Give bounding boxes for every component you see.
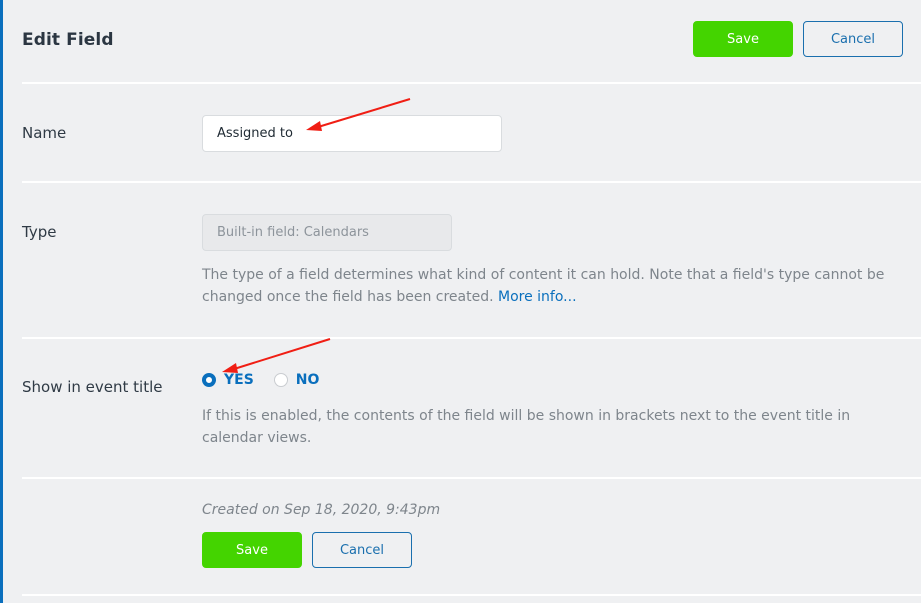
radio-no[interactable] — [273, 373, 288, 387]
name-input-value: Assigned to — [217, 126, 293, 141]
left-accent-bar — [0, 0, 3, 603]
created-timestamp: Created on Sep 18, 2020, 9:43pm — [202, 502, 441, 518]
more-info-link[interactable]: More info... — [498, 289, 577, 305]
footer-cancel-button[interactable]: Cancel — [312, 532, 412, 568]
edit-field-page: Edit Field Save Cancel Name Assigned to … — [0, 0, 921, 603]
header-save-button[interactable]: Save — [693, 21, 793, 57]
radio-yes-label[interactable]: YES — [224, 372, 254, 388]
name-label: Name — [22, 124, 67, 142]
type-label: Type — [22, 223, 57, 241]
type-help-text: The type of a field determines what kind… — [202, 264, 902, 308]
type-input: Built-in field: Calendars — [202, 214, 452, 251]
show-in-event-title-help-text: If this is enabled, the contents of the … — [202, 408, 851, 446]
divider — [22, 181, 921, 183]
header-cancel-button[interactable]: Cancel — [803, 21, 903, 57]
radio-option-yes[interactable]: YES — [202, 372, 254, 388]
radio-option-no[interactable]: NO — [273, 372, 320, 388]
divider — [22, 337, 921, 339]
name-input[interactable]: Assigned to — [202, 115, 502, 152]
type-input-value: Built-in field: Calendars — [217, 225, 369, 240]
show-in-event-title-label: Show in event title — [22, 378, 163, 396]
arrow-to-yes-radio — [222, 338, 331, 373]
divider — [22, 82, 921, 84]
divider — [22, 594, 921, 596]
footer-save-button[interactable]: Save — [202, 532, 302, 568]
radio-no-label[interactable]: NO — [296, 372, 320, 388]
page-title: Edit Field — [22, 30, 114, 50]
radio-yes[interactable] — [202, 373, 216, 387]
divider — [22, 477, 921, 479]
show-in-event-title-radio-group: YES NO — [202, 372, 319, 388]
